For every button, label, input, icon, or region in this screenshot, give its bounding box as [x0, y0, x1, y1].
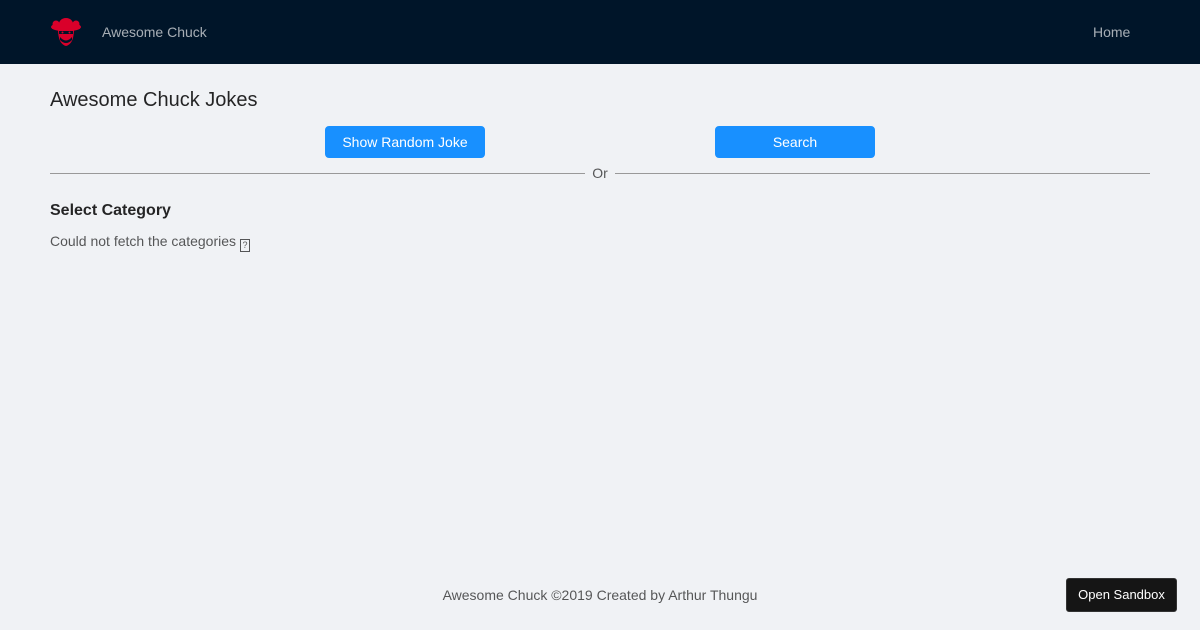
missing-glyph-icon: ?	[240, 239, 251, 252]
divider-line-left	[50, 173, 585, 174]
open-sandbox-button[interactable]: Open Sandbox	[1066, 578, 1177, 612]
chuck-logo-icon[interactable]	[50, 16, 82, 48]
show-random-joke-button[interactable]: Show Random Joke	[325, 126, 485, 158]
search-button[interactable]: Search	[715, 126, 875, 158]
page-title: Awesome Chuck Jokes	[50, 89, 258, 111]
divider-line-right	[615, 173, 1150, 174]
category-error-message: Could not fetch the categories?	[50, 233, 251, 252]
category-error-text: Could not fetch the categories	[50, 233, 237, 249]
nav-home-link[interactable]: Home	[1093, 24, 1130, 40]
select-category-heading: Select Category	[50, 202, 171, 219]
brand-name[interactable]: Awesome Chuck	[102, 24, 207, 40]
footer-text: Awesome Chuck ©2019 Created by Arthur Th…	[442, 587, 758, 603]
top-navbar: Awesome Chuck Home	[0, 0, 1200, 64]
divider-or-text: Or	[592, 165, 608, 181]
